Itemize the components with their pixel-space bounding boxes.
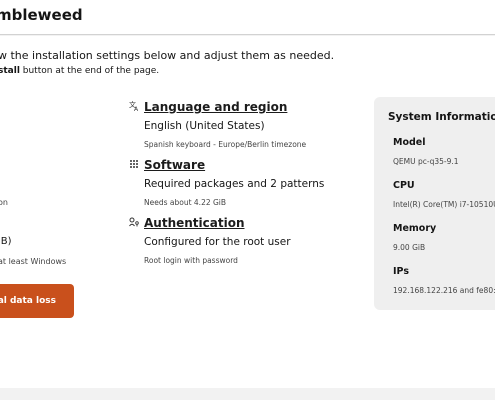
section-language: 文 A Language and region English (United … bbox=[128, 100, 307, 149]
intro-hint: stall button at the end of the page. bbox=[0, 66, 159, 76]
footer-bar bbox=[0, 388, 495, 400]
intro-hint-rest: button at the end of the page. bbox=[19, 66, 160, 76]
install-word: stall bbox=[0, 66, 20, 76]
section-authentication: Authentication Configured for the root u… bbox=[128, 216, 291, 265]
storage-size-text: iB) bbox=[0, 236, 12, 247]
main-content: w the installation settings below and ad… bbox=[0, 36, 495, 388]
system-information-panel: System Information Model QEMU pc-q35-9.1… bbox=[374, 97, 495, 310]
software-link[interactable]: Software bbox=[144, 158, 205, 172]
ips-label: IPs bbox=[393, 266, 409, 277]
model-value: QEMU pc-q35-9.1 bbox=[393, 157, 459, 166]
keyboard-timezone-value: Spanish keyboard - Europe/Berlin timezon… bbox=[144, 140, 307, 149]
authentication-value: Configured for the root user bbox=[144, 236, 291, 248]
key-user-icon bbox=[128, 217, 140, 230]
section-software: Software Required packages and 2 pattern… bbox=[128, 158, 324, 207]
authentication-link[interactable]: Authentication bbox=[144, 216, 245, 230]
svg-text:A: A bbox=[134, 106, 139, 111]
language-region-link[interactable]: Language and region bbox=[144, 100, 287, 114]
memory-label: Memory bbox=[393, 223, 437, 234]
root-login-value: Root login with password bbox=[144, 256, 238, 265]
software-value: Required packages and 2 patterns bbox=[144, 178, 325, 190]
storage-windows-text: at least Windows bbox=[0, 257, 67, 266]
grid-icon bbox=[128, 159, 140, 172]
model-label: Model bbox=[393, 137, 426, 148]
cpu-value: Intel(R) Core(TM) i7-10510U bbox=[393, 200, 495, 209]
header-bar: mbleweed bbox=[0, 0, 495, 35]
language-value: English (United States) bbox=[144, 120, 265, 132]
cpu-label: CPU bbox=[393, 180, 415, 191]
storage-detail-text: on bbox=[0, 198, 8, 207]
intro-text: w the installation settings below and ad… bbox=[0, 49, 335, 62]
memory-value: 9.00 GiB bbox=[393, 243, 426, 252]
software-size-value: Needs about 4.22 GiB bbox=[144, 198, 227, 207]
ips-value: 192.168.122.216 and fe80::8 bbox=[393, 286, 495, 295]
potential-data-loss-button[interactable]: tial data loss bbox=[0, 284, 74, 318]
page-title: mbleweed bbox=[0, 6, 83, 24]
translate-icon: 文 A bbox=[128, 100, 140, 114]
system-information-title: System Information bbox=[388, 111, 495, 123]
